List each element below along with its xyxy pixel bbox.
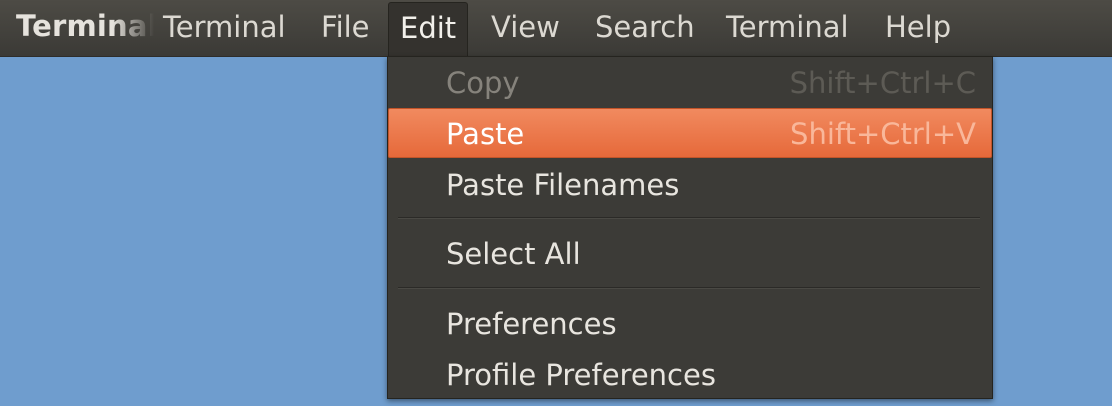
edit-dropdown-menu: Copy Shift+Ctrl+C Paste Shift+Ctrl+V Pas… xyxy=(387,56,993,399)
menu-item-shortcut: Shift+Ctrl+C xyxy=(789,66,976,100)
menu-item-preferences[interactable]: Preferences xyxy=(388,299,992,349)
app-title: Terminal xyxy=(16,9,154,43)
menu-separator xyxy=(398,287,980,289)
menu-item-paste-filenames[interactable]: Paste Filenames xyxy=(388,160,992,210)
menu-item-label: Paste Filenames xyxy=(446,168,680,202)
menu-terminal-app[interactable]: Terminal xyxy=(152,2,297,52)
menubar: Terminal Terminal File Edit View Search … xyxy=(0,0,1112,57)
menu-help[interactable]: Help xyxy=(874,2,962,52)
menu-item-label: Preferences xyxy=(446,307,617,341)
menu-file[interactable]: File xyxy=(310,2,381,52)
menu-item-profile-preferences[interactable]: Profile Preferences xyxy=(388,350,992,400)
menu-view[interactable]: View xyxy=(480,2,571,52)
menu-item-select-all[interactable]: Select All xyxy=(388,229,992,279)
menu-edit[interactable]: Edit xyxy=(388,2,469,57)
menu-item-copy[interactable]: Copy Shift+Ctrl+C xyxy=(388,58,992,108)
menu-terminal[interactable]: Terminal xyxy=(715,2,860,52)
menu-item-label: Paste xyxy=(446,117,525,151)
menu-item-paste[interactable]: Paste Shift+Ctrl+V xyxy=(388,108,992,158)
menu-item-label: Copy xyxy=(446,66,520,100)
menu-item-label: Profile Preferences xyxy=(446,358,716,392)
menu-search[interactable]: Search xyxy=(584,2,706,52)
menu-item-label: Select All xyxy=(446,237,581,271)
menu-item-shortcut: Shift+Ctrl+V xyxy=(790,117,976,151)
menu-separator xyxy=(398,217,980,219)
